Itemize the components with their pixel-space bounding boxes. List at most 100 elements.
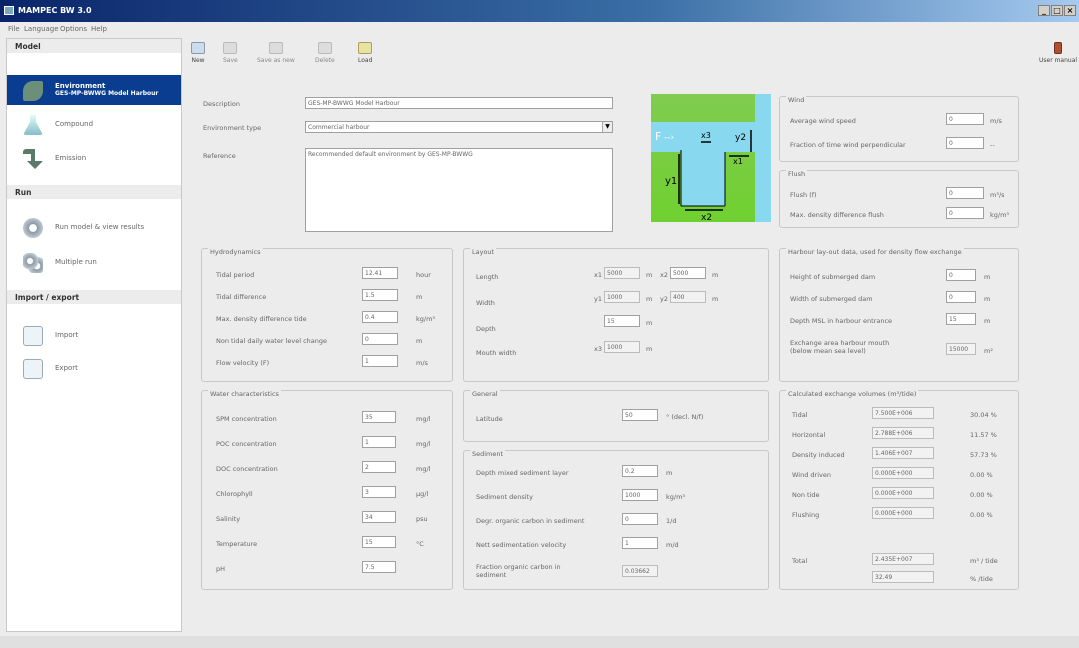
menu-file[interactable]: File xyxy=(8,25,20,33)
field-input[interactable]: 12.41 xyxy=(362,267,398,279)
diagram-label-x2: x2 xyxy=(701,213,712,222)
field-label: pH xyxy=(216,565,226,573)
depth-input[interactable]: 15 xyxy=(604,315,640,327)
new-icon xyxy=(191,42,205,54)
calc-label: Wind driven xyxy=(792,471,831,479)
hydrodynamics-group: Hydrodynamics Tidal period 12.41 hour Tidal… xyxy=(201,248,453,382)
harbour-layout-group-title: Harbour lay-out data, used for density f… xyxy=(786,248,964,256)
flush-density-label: Max. density difference flush xyxy=(790,211,884,219)
sidebar-item-environment[interactable]: Environment GES-MP-BWWG Model Harbour xyxy=(7,75,181,105)
sidebar-item-multiple-run[interactable]: Multiple run xyxy=(7,247,181,277)
field-input[interactable]: 0 xyxy=(946,269,976,281)
field-unit: m xyxy=(666,469,673,477)
calc-label: Density induced xyxy=(792,451,845,459)
x1-tag: x1 xyxy=(594,271,602,279)
field-label: Depth mixed sediment layer xyxy=(476,469,569,477)
water-group: Water characteristics SPM concentration 3… xyxy=(201,390,453,590)
sidebar-item-compound[interactable]: Compound xyxy=(7,109,181,139)
menu-language[interactable]: Language xyxy=(24,25,59,33)
field-label: SPM concentration xyxy=(216,415,277,423)
field-input[interactable]: 15 xyxy=(362,536,396,548)
field-label: Temperature xyxy=(216,540,258,548)
wind-speed-input[interactable]: 0 xyxy=(946,113,984,125)
field-unit: mg/l xyxy=(416,440,431,448)
field-unit: kg/m³ xyxy=(416,315,436,323)
sidebar-item-emission[interactable]: Emission xyxy=(7,143,181,173)
load-button[interactable]: Load xyxy=(358,42,372,64)
exchange-area-input[interactable]: 15000 xyxy=(946,343,976,355)
field-label: Height of submerged dam xyxy=(790,273,876,281)
field-unit: m/d xyxy=(666,541,679,549)
field-unit: m xyxy=(416,337,423,345)
sidebar: Model Environment GES-MP-BWWG Model Harb… xyxy=(6,38,182,632)
field-input[interactable]: 1 xyxy=(362,436,396,448)
diagram-label-x3: x3 xyxy=(701,131,711,140)
calc-label: Non tide xyxy=(792,491,820,499)
sidebar-item-run-model[interactable]: Run model & view results xyxy=(7,212,181,242)
water-group-title: Water characteristics xyxy=(208,390,281,398)
field-input[interactable]: 2 xyxy=(362,461,396,473)
x2-input[interactable]: 5000 xyxy=(670,267,706,279)
new-button[interactable]: New xyxy=(191,42,205,64)
wind-fraction-input[interactable]: 0 xyxy=(946,137,984,149)
sidebar-item-import[interactable]: Import xyxy=(7,320,181,350)
environment-type-select[interactable]: Commercial harbour ▼ xyxy=(305,121,613,133)
calc-label: Tidal xyxy=(792,411,808,419)
description-label: Description xyxy=(203,100,241,108)
close-button[interactable]: × xyxy=(1064,5,1076,16)
field-input[interactable]: 0 xyxy=(946,291,976,303)
save-icon xyxy=(223,42,238,54)
width-label: Width xyxy=(476,299,495,307)
field-input[interactable]: 1000 xyxy=(622,489,658,501)
fraction-oc-label: Fraction organic carbon in xyxy=(476,563,561,571)
field-input[interactable]: 15 xyxy=(946,313,976,325)
chevron-down-icon[interactable]: ▼ xyxy=(602,122,612,132)
total-label: Total xyxy=(792,557,808,565)
field-input[interactable]: 3 xyxy=(362,486,396,498)
flush-input[interactable]: 0 xyxy=(946,187,984,199)
maximize-button[interactable]: □ xyxy=(1051,5,1063,16)
field-input[interactable]: 34 xyxy=(362,511,396,523)
reference-textarea[interactable]: Recommended default environment by GES-M… xyxy=(305,148,613,232)
save-as-button[interactable]: Save as new xyxy=(257,42,295,64)
latitude-input[interactable]: 50 xyxy=(622,409,658,421)
calc-pct: 30.04 % xyxy=(970,411,997,419)
import-icon xyxy=(23,326,43,346)
field-input[interactable]: 0.4 xyxy=(362,311,398,323)
calc-value: 1.406E+007 xyxy=(872,447,934,459)
field-input[interactable]: 0 xyxy=(362,333,398,345)
x3-input[interactable]: 1000 xyxy=(604,341,640,353)
sidebar-item-export[interactable]: Export xyxy=(7,353,181,383)
field-input[interactable]: 7.5 xyxy=(362,561,396,573)
field-input[interactable]: 35 xyxy=(362,411,396,423)
flush-density-unit: kg/m³ xyxy=(990,211,1010,219)
delete-button[interactable]: Delete xyxy=(315,42,335,64)
environment-type-label: Environment type xyxy=(203,124,262,132)
flush-group: Flush Flush (f) 0 m³/s Max. density diff… xyxy=(779,170,1019,228)
description-input[interactable]: GES-MP-BWWG Model Harbour xyxy=(305,97,613,109)
exchange-area-sublabel: (below mean sea level) xyxy=(790,347,866,355)
flush-density-input[interactable]: 0 xyxy=(946,207,984,219)
menu-options[interactable]: Options xyxy=(60,25,87,33)
sidebar-item-label: Multiple run xyxy=(55,258,97,266)
fraction-oc-input[interactable]: 0.03662 xyxy=(622,565,658,577)
y2-input[interactable]: 400 xyxy=(670,291,706,303)
hydrodynamics-group-title: Hydrodynamics xyxy=(208,248,263,256)
save-button[interactable]: Save xyxy=(223,42,238,64)
depth-unit: m xyxy=(646,319,653,327)
field-label: Nett sedimentation velocity xyxy=(476,541,567,549)
calc-pct: 0.00 % xyxy=(970,491,993,499)
field-input[interactable]: 1.5 xyxy=(362,289,398,301)
field-input[interactable]: 0 xyxy=(622,513,658,525)
x1-input[interactable]: 5000 xyxy=(604,267,640,279)
user-manual-button[interactable]: User manual xyxy=(1039,42,1077,64)
window-title: MAMPEC BW 3.0 xyxy=(18,6,92,15)
field-label: Sediment density xyxy=(476,493,533,501)
harbour-diagram: F --› x3 y2 x1 y1 x2 xyxy=(651,94,771,223)
y1-input[interactable]: 1000 xyxy=(604,291,640,303)
minimize-button[interactable]: _ xyxy=(1038,5,1050,16)
field-input[interactable]: 1 xyxy=(362,355,398,367)
field-input[interactable]: 1 xyxy=(622,537,658,549)
menu-help[interactable]: Help xyxy=(91,25,107,33)
field-input[interactable]: 0.2 xyxy=(622,465,658,477)
